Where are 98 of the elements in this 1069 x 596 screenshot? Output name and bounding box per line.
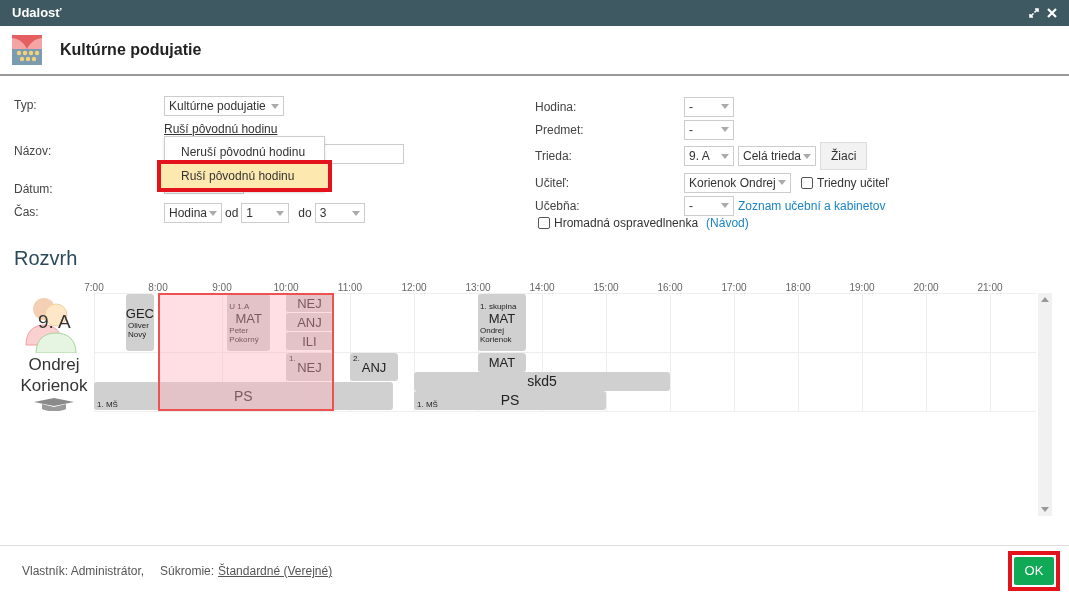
class-label: 9. A (38, 310, 71, 334)
select-field[interactable]: - (684, 119, 734, 140)
event-note: 1. MŠ (417, 400, 438, 409)
caret-icon (276, 210, 285, 216)
checkbox[interactable] (801, 176, 813, 189)
students-button[interactable]: Žiaci (820, 142, 868, 170)
hour-label: 13:00 (465, 281, 491, 295)
select-field[interactable]: - (684, 96, 734, 117)
teacher-name: Ondrej Korienok (480, 325, 513, 344)
caret-icon (721, 153, 729, 159)
select-field[interactable]: 3 (314, 203, 365, 223)
subject-label: skd5 (527, 374, 557, 389)
field-label: Typ: (14, 98, 37, 112)
expand-icon[interactable] (1029, 8, 1039, 18)
lesson-block[interactable]: GEC Oliver Nový (126, 294, 154, 351)
subject-label: PS (234, 388, 253, 404)
select-field[interactable]: 1 (241, 203, 290, 223)
lesson-block[interactable]: U 1.A MAT Peter Pokorný (227, 294, 270, 351)
event-note: 2. (353, 354, 360, 363)
event-note: 1. (289, 354, 296, 363)
hour-label: 12:00 (401, 281, 427, 295)
subject-label: ANJ (361, 359, 387, 375)
field-label: Hodina: (535, 98, 577, 116)
hour-label: 20:00 (913, 281, 939, 295)
caret-icon (778, 180, 786, 185)
privacy-link[interactable]: Štandardné (Verejné) (218, 562, 333, 580)
section-title: Rozvrh (14, 246, 78, 271)
rooms-link[interactable]: Zoznam učební a kabinetov (738, 196, 886, 215)
teacher-name: Oliver Nový (128, 321, 150, 339)
subject-label: NEJ (297, 295, 322, 311)
hour-label: 15:00 (593, 281, 619, 295)
teacher-label: Ondrej Korienok (19, 354, 89, 396)
owner-text: Vlastník: Administrátor, (22, 563, 145, 580)
hour-label: 8:00 (148, 281, 168, 295)
subject-label: GEC (126, 306, 154, 321)
checkbox[interactable] (538, 217, 550, 229)
from-label: od (225, 205, 239, 222)
guide-link[interactable]: (Návod) (706, 214, 749, 232)
hour-label: 21:00 (977, 281, 1003, 295)
caret-icon (209, 210, 217, 216)
privacy-label: Súkromie: (160, 563, 215, 580)
lesson-block[interactable]: ILI (286, 332, 333, 350)
hour-label: 14:00 (529, 281, 555, 295)
hour-label: 18:00 (785, 281, 811, 295)
caret-icon (721, 203, 729, 208)
select-field[interactable]: 9. A (684, 146, 734, 166)
hour-label: 9:00 (212, 281, 232, 295)
caret-icon (271, 103, 279, 109)
lesson-block[interactable]: skd5 (414, 372, 670, 391)
caret-icon (721, 127, 729, 132)
field-label: Predmet: (535, 121, 584, 139)
to-label: do (298, 205, 312, 222)
caret-icon (721, 104, 729, 109)
event-note: 1. skupina (480, 301, 517, 311)
lesson-block[interactable]: 1. MŠ PS (94, 382, 393, 410)
subject-label: ILI (302, 333, 317, 349)
subject-label: PS (500, 393, 520, 408)
select-field[interactable]: Kultúrne podujatie (164, 96, 284, 116)
field-label: Trieda: (535, 148, 572, 165)
lesson-block[interactable]: MAT (478, 353, 526, 372)
subject-label: NEJ (297, 359, 322, 375)
select-field[interactable]: Hodina (164, 203, 222, 223)
dialog-heading: Kultúrne podujatie (60, 40, 202, 60)
subject-label: MAT (235, 310, 262, 326)
cancel-lesson-link[interactable]: Ruší pôvodnú hodinu (164, 122, 278, 136)
caret-icon (803, 153, 811, 159)
lesson-block[interactable]: 1. MŠ PS (414, 391, 606, 410)
select-field[interactable]: - (684, 195, 734, 216)
graduation-cap-icon (34, 398, 74, 411)
caret-icon (351, 210, 360, 216)
lesson-block[interactable]: 1. skupina MAT Ondrej Korienok (478, 294, 526, 351)
close-icon[interactable] (1047, 8, 1057, 18)
hour-label: 17:00 (721, 281, 747, 295)
hour-label: 16:00 (657, 281, 683, 295)
select-field[interactable]: Celá trieda (738, 146, 816, 166)
field-label: Učiteľ: (535, 174, 570, 192)
event-note: 1. MŠ (97, 400, 118, 409)
checkbox-label: Hromadná ospravedlnenka (554, 215, 699, 232)
field-label: Čas: (14, 205, 39, 219)
hour-label: 11:00 (337, 281, 363, 295)
event-note: U 1.A (229, 301, 250, 311)
select-field[interactable]: Korienok Ondrej (684, 172, 791, 193)
theater-icon (12, 35, 42, 65)
lesson-block[interactable]: NEJ (286, 294, 333, 312)
field-label: Dátum: (14, 182, 53, 196)
field-label: Názov: (14, 144, 52, 158)
hour-label: 19:00 (849, 281, 875, 295)
window-title: Udalosť (12, 4, 62, 23)
subject-label: ANJ (297, 314, 322, 330)
hour-label: 7:00 (84, 281, 104, 295)
subject-label: MAT (488, 310, 516, 326)
checkbox-label: Triedny učiteľ (817, 174, 889, 192)
teacher-name: Peter Pokorný (229, 325, 260, 344)
menu-item[interactable]: Neruší pôvodnú hodinu (165, 140, 324, 164)
field-label: Učebňa: (535, 197, 580, 215)
subject-label: MAT (488, 355, 516, 370)
lesson-block[interactable]: ANJ (286, 313, 333, 331)
hour-label: 10:00 (273, 281, 299, 295)
